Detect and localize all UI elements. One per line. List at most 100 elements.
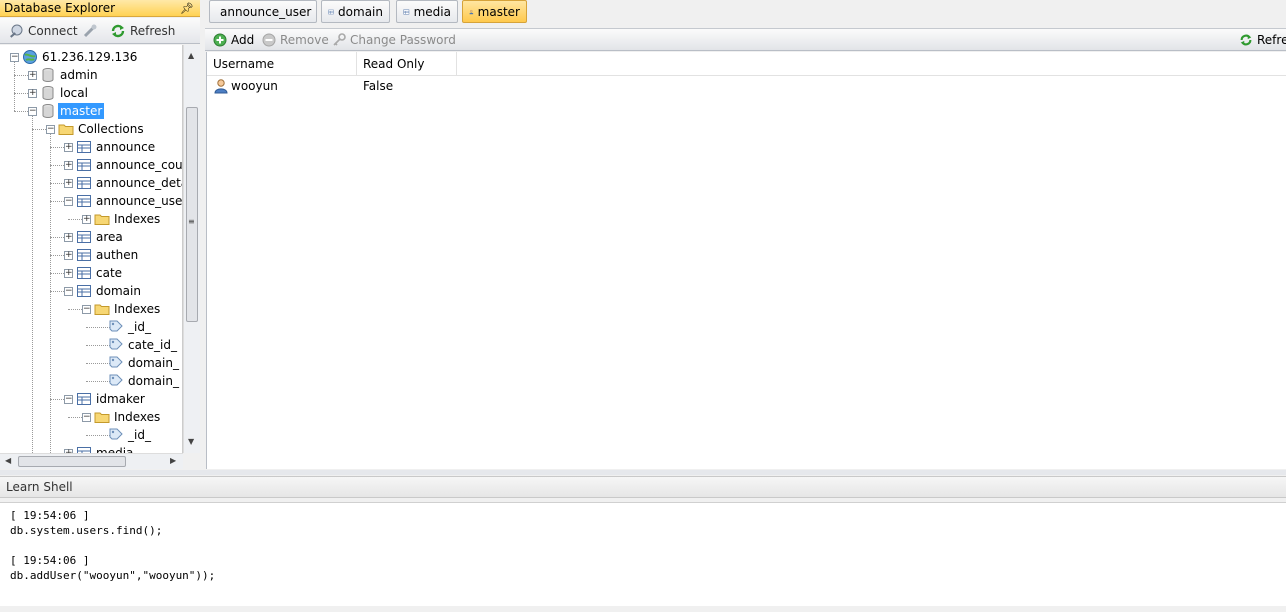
expand-icon[interactable]: + — [64, 233, 73, 242]
tree-node-label: domain — [96, 284, 141, 298]
tab-label: announce_user — [220, 4, 312, 19]
tree-node-database[interactable]: + local — [0, 84, 182, 102]
expand-icon[interactable]: + — [64, 251, 73, 260]
tree-node-label: media — [96, 446, 134, 453]
collapse-icon[interactable]: − — [10, 53, 19, 62]
expand-icon[interactable]: + — [64, 161, 73, 170]
tree-node-collection[interactable]: + authen — [0, 246, 182, 264]
tree-vertical-scrollbar[interactable]: ▲ ≡ ▼ — [183, 45, 200, 453]
expand-icon[interactable]: + — [28, 71, 37, 80]
grid-refresh-button[interactable]: Refres — [1239, 31, 1286, 49]
tree-node-collection[interactable]: − idmaker — [0, 390, 182, 408]
database-icon — [40, 85, 56, 101]
tab-announce-user[interactable]: announce_user — [209, 0, 317, 23]
key-icon — [333, 33, 346, 46]
tab-master[interactable]: master — [462, 0, 527, 23]
tree-node-collection[interactable]: + cate — [0, 264, 182, 282]
tree-horizontal-scrollbar[interactable]: ◀ ▶ — [0, 453, 183, 469]
expand-icon[interactable]: + — [82, 215, 91, 224]
tree-node-database[interactable]: + admin — [0, 66, 182, 84]
scroll-down-icon[interactable]: ▼ — [188, 437, 194, 446]
tree-node-database[interactable]: − master — [0, 102, 182, 120]
table-icon — [76, 391, 92, 407]
folder-icon — [94, 409, 110, 425]
table-row[interactable]: wooyun False — [207, 76, 1286, 96]
splitter[interactable] — [0, 470, 1286, 475]
change-password-button[interactable]: Change Password — [332, 31, 456, 49]
tree-node-index[interactable]: _id_ — [0, 318, 182, 336]
user-icon — [214, 79, 228, 94]
expand-icon[interactable]: + — [64, 179, 73, 188]
tree-node-collection[interactable]: + announce — [0, 138, 182, 156]
tree-node-label: Collections — [78, 122, 144, 136]
column-header-read-only[interactable]: Read Only — [357, 52, 457, 75]
scroll-left-icon[interactable]: ◀ — [5, 456, 11, 465]
collapse-icon[interactable]: − — [64, 395, 73, 404]
index-icon — [108, 337, 124, 353]
tree-node-folder[interactable]: + Indexes — [0, 210, 182, 228]
remove-user-button[interactable]: Remove — [262, 31, 329, 49]
tree-node-index[interactable]: cate_id_ — [0, 336, 182, 354]
tab-domain[interactable]: domain — [321, 0, 390, 23]
scroll-right-icon[interactable]: ▶ — [170, 456, 176, 465]
collapse-icon[interactable]: − — [64, 287, 73, 296]
shell-line: db.system.users.find(); — [10, 524, 163, 537]
collapse-icon[interactable]: − — [82, 305, 91, 314]
tree-node-folder[interactable]: − Collections — [0, 120, 182, 138]
tree-vertical-scroll-thumb[interactable] — [186, 107, 198, 322]
tree-node-server[interactable]: − 61.236.129.136 — [0, 48, 182, 66]
tree-node-collection[interactable]: + area — [0, 228, 182, 246]
database-tree[interactable]: −61.236.129.136 + admin + local − master − Colle… — [0, 45, 183, 453]
tree-node-folder[interactable]: − Indexes — [0, 408, 182, 426]
tree-node-label: cate — [96, 266, 123, 280]
tree-node-collection[interactable]: + announce_cour — [0, 156, 183, 174]
expand-icon[interactable]: + — [64, 143, 73, 152]
collapse-icon[interactable]: − — [64, 197, 73, 206]
folder-icon — [58, 121, 74, 137]
tree-node-collection[interactable]: + media — [0, 444, 182, 453]
disconnect-button[interactable] — [82, 20, 98, 42]
expand-icon[interactable]: + — [64, 269, 73, 278]
cell-username: wooyun — [213, 76, 278, 96]
collapse-icon[interactable]: − — [28, 107, 37, 116]
explorer-title: Database Explorer 📌︎ — [0, 0, 200, 17]
tree-node-label: Indexes — [114, 302, 161, 316]
shell-output[interactable]: [ 19:54:06 ] db.system.users.find(); [ 1… — [0, 502, 1286, 612]
grid-refresh-label: Refres — [1257, 33, 1286, 47]
collapse-icon[interactable]: − — [46, 125, 55, 134]
shell-line: [ 19:54:06 ] — [10, 554, 90, 567]
tab-media[interactable]: media — [396, 0, 458, 23]
index-icon — [108, 373, 124, 389]
tree-node-collection[interactable]: + announce_deta — [0, 174, 182, 192]
tree-node-collection[interactable]: − announce_user — [0, 192, 183, 210]
column-header-username[interactable]: Username — [207, 52, 357, 75]
explorer-refresh-button[interactable]: Refresh — [110, 20, 175, 42]
explorer-refresh-label: Refresh — [130, 24, 176, 38]
add-user-button[interactable]: Add — [213, 31, 254, 49]
tree-node-label: cate_id_ — [128, 338, 177, 352]
tree-node-folder[interactable]: − Indexes — [0, 300, 182, 318]
shell-horizontal-scrollbar[interactable] — [0, 606, 1286, 612]
scroll-up-icon[interactable]: ▲ — [188, 51, 194, 60]
tree-node-collection[interactable]: − domain — [0, 282, 182, 300]
refresh-icon — [1240, 34, 1252, 46]
users-toolbar: Add Remove Change Password Refres — [205, 28, 1286, 51]
tree-node-label: admin — [60, 68, 98, 82]
tree-horizontal-scroll-thumb[interactable] — [18, 456, 126, 467]
tree-node-label: area — [96, 230, 123, 244]
table-icon — [328, 9, 334, 14]
connect-button[interactable]: Connect — [8, 20, 78, 42]
tree-node-label: _id_ — [128, 320, 151, 334]
tree-node-label: announce_cour — [96, 158, 183, 172]
tree-node-index[interactable]: domain_ — [0, 354, 182, 372]
tree-node-label: domain_ — [128, 356, 179, 370]
tree-node-index[interactable]: _id_ — [0, 426, 182, 444]
tree-node-index[interactable]: domain_ — [0, 372, 182, 390]
expand-icon[interactable]: + — [28, 89, 37, 98]
remove-label: Remove — [280, 33, 329, 47]
table-icon — [403, 9, 410, 14]
collapse-icon[interactable]: − — [82, 413, 91, 422]
tree-node-label: announce_user — [96, 194, 183, 208]
pin-icon[interactable]: 📌︎ — [180, 0, 194, 17]
grip-icon: ≡ — [188, 217, 195, 226]
